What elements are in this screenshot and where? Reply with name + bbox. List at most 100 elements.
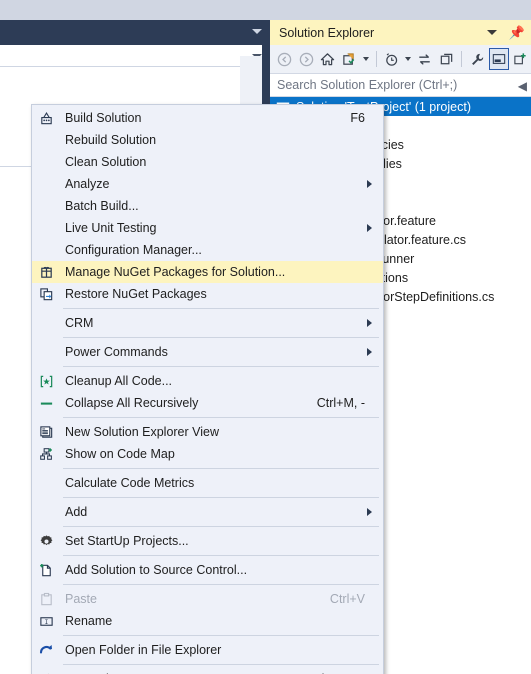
editor-navigation-bar[interactable] (0, 45, 270, 67)
menu-item[interactable]: Add (32, 501, 383, 523)
menu-item-label: New Solution Explorer View (65, 425, 220, 439)
menu-item[interactable]: Configuration Manager... (32, 239, 383, 261)
menu-item-no-icon (32, 472, 60, 494)
refresh-icon[interactable] (414, 47, 435, 71)
open-folder-icon (32, 639, 60, 661)
pin-icon[interactable]: 📌 (509, 26, 525, 39)
menu-item-label: Calculate Code Metrics (65, 476, 195, 490)
submenu-arrow-icon (367, 180, 372, 188)
sync-dropdown-button[interactable] (361, 47, 371, 71)
back-icon[interactable] (274, 47, 295, 71)
svg-text:I: I (44, 618, 48, 625)
menu-separator (63, 417, 379, 418)
submenu-arrow-icon (367, 508, 372, 516)
menu-separator (63, 497, 379, 498)
menu-item-label: Add (65, 505, 88, 519)
chevron-down-icon (405, 57, 412, 61)
menu-separator (63, 584, 379, 585)
menu-item[interactable]: Power Commands (32, 341, 383, 363)
menu-item-label: Manage NuGet Packages for Solution... (65, 265, 286, 279)
menu-item[interactable]: PropertiesAlt+Enter (32, 668, 383, 674)
search-solution-explorer-input[interactable]: Search Solution Explorer (Ctrl+;) ◀ (270, 73, 531, 97)
menu-separator (63, 468, 379, 469)
gear-icon (32, 530, 60, 552)
menu-item-label: Clean Solution (65, 155, 147, 169)
menu-separator (63, 635, 379, 636)
menu-item[interactable]: Manage NuGet Packages for Solution... (32, 261, 383, 283)
home-icon[interactable] (318, 47, 339, 71)
search-placeholder: Search Solution Explorer (Ctrl+;) (277, 78, 458, 92)
toolbar-separator (375, 51, 377, 67)
submenu-arrow-icon (367, 224, 372, 232)
submenu-arrow-icon (367, 348, 372, 356)
menu-item-no-icon (32, 217, 60, 239)
menu-item-label: Build Solution (65, 111, 142, 125)
menu-item-label: CRM (65, 316, 94, 330)
rename-icon: I (32, 610, 60, 632)
menu-item[interactable]: Set StartUp Projects... (32, 530, 383, 552)
menu-item-label: Configuration Manager... (65, 243, 202, 257)
menu-item[interactable]: Clean Solution (32, 151, 383, 173)
sync-with-active-document-icon[interactable] (339, 47, 360, 71)
menu-item[interactable]: Collapse All Recursively Ctrl+M, - (32, 392, 383, 414)
menu-item[interactable]: Analyze (32, 173, 383, 195)
menu-item-no-icon (32, 239, 60, 261)
menu-separator (63, 555, 379, 556)
menu-item-shortcut: Ctrl+V (329, 592, 365, 606)
search-dropdown-icon[interactable]: ◀ (518, 79, 527, 93)
menu-separator (63, 337, 379, 338)
menu-item-label: Restore NuGet Packages (65, 287, 207, 301)
menu-separator (63, 366, 379, 367)
menu-item[interactable]: Restore NuGet Packages (32, 283, 383, 305)
solution-context-menu[interactable]: Build Solution F6 Rebuild Solution Clean So… (31, 104, 384, 674)
menu-item[interactable]: Live Unit Testing (32, 217, 383, 239)
forward-icon[interactable] (296, 47, 317, 71)
properties-wrench-icon[interactable] (467, 47, 488, 71)
build-solution-icon (32, 107, 60, 129)
restore-packages-icon (32, 283, 60, 305)
panel-title: Solution Explorer (279, 25, 375, 40)
paste-icon (32, 588, 60, 610)
menu-item-label: Open Folder in File Explorer (65, 643, 222, 657)
menu-item[interactable]: Batch Build... (32, 195, 383, 217)
vs-window: ⌖ Solution Explorer 📌 (0, 0, 531, 674)
menu-item-shortcut: Ctrl+M, - (316, 396, 365, 410)
chevron-down-icon (362, 57, 369, 61)
menu-item-label: Batch Build... (65, 199, 139, 213)
menu-separator (63, 664, 379, 665)
menu-item[interactable]: I Rename (32, 610, 383, 632)
menu-item-no-icon (32, 341, 60, 363)
menu-item[interactable]: New Solution Explorer View (32, 421, 383, 443)
menu-item[interactable]: Paste Ctrl+V (32, 588, 383, 610)
chevron-down-icon[interactable] (486, 30, 497, 35)
menu-item-label: Rename (65, 614, 113, 628)
show-all-files-icon[interactable] (510, 47, 531, 71)
menu-item-shortcut: F6 (350, 111, 365, 125)
menu-item-label: Rebuild Solution (65, 133, 157, 147)
collapse-all-icon[interactable] (436, 47, 457, 71)
menu-item-label: Analyze (65, 177, 110, 191)
menu-item-no-icon (32, 129, 60, 151)
menu-item-label: Paste (65, 592, 97, 606)
code-map-icon (32, 443, 60, 465)
window-top-strip (0, 0, 531, 20)
menu-item[interactable]: Build Solution F6 (32, 107, 383, 129)
wrench-icon (32, 668, 60, 674)
menu-item[interactable]: Add Solution to Source Control... (32, 559, 383, 581)
preview-selected-items-icon[interactable] (489, 48, 510, 70)
menu-item-no-icon (32, 173, 60, 195)
menu-item[interactable]: Rebuild Solution (32, 129, 383, 151)
menu-item[interactable]: Cleanup All Code... (32, 370, 383, 392)
menu-item[interactable]: Show on Code Map (32, 443, 383, 465)
filter-dropdown-button[interactable] (403, 47, 413, 71)
menu-item-label: Set StartUp Projects... (65, 534, 189, 548)
document-tab-bar (0, 20, 270, 45)
menu-item[interactable]: CRM (32, 312, 383, 334)
menu-item[interactable]: Calculate Code Metrics (32, 472, 383, 494)
menu-item[interactable]: Open Folder in File Explorer (32, 639, 383, 661)
menu-item-label: Collapse All Recursively (65, 396, 199, 410)
chevron-down-icon[interactable] (252, 29, 262, 34)
nuget-package-icon (32, 261, 60, 283)
pending-changes-filter-icon[interactable] (382, 47, 403, 71)
solution-explorer-title-bar[interactable]: Solution Explorer 📌 (270, 20, 531, 45)
